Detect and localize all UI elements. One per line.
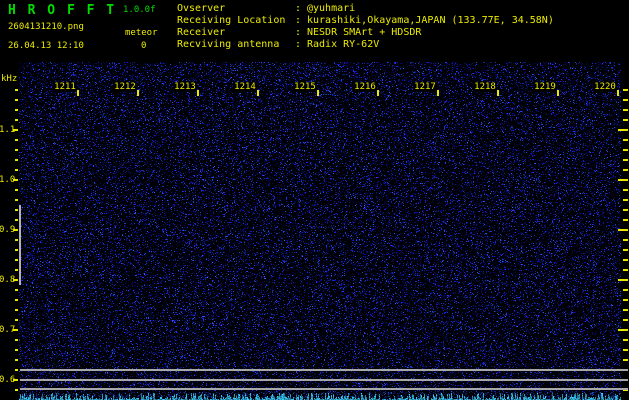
freq-axis-tick-left (13, 329, 18, 331)
freq-axis-tick-right (623, 189, 628, 191)
freq-axis-tick-left (15, 109, 18, 111)
freq-axis-tick-left (15, 169, 18, 171)
freq-axis-tick-left (13, 379, 18, 381)
freq-axis-tick-left (15, 249, 18, 251)
time-axis-label: 1211 (53, 82, 77, 92)
freq-axis-tick-left (15, 309, 18, 311)
horizontal-gridline-2 (20, 379, 628, 381)
freq-axis-tick-right (618, 229, 628, 231)
freq-axis-tick-left (15, 359, 18, 361)
horizontal-gridline-3 (20, 388, 628, 390)
freq-axis-tick-right (623, 269, 628, 271)
time-axis-tick (497, 90, 499, 96)
freq-axis-tick-right (623, 299, 628, 301)
freq-axis-tick-left (13, 279, 18, 281)
freq-axis-tick-left (15, 159, 18, 161)
freq-axis-tick-right (623, 139, 628, 141)
freq-axis-label: 0.7 (0, 325, 16, 335)
freq-axis-tick-right (623, 119, 628, 121)
time-axis-tick (77, 90, 79, 96)
time-axis-tick (437, 90, 439, 96)
time-axis-label: 1218 (473, 82, 497, 92)
time-axis-tick (257, 90, 259, 96)
freq-axis-tick-left (13, 129, 18, 131)
freq-axis-label: 0.9 (0, 225, 16, 235)
freq-axis-tick-right (623, 239, 628, 241)
freq-axis-tick-left (13, 229, 18, 231)
freq-axis-tick-right (623, 169, 628, 171)
freq-axis-tick-left (15, 319, 18, 321)
time-axis-label: 1212 (113, 82, 137, 92)
freq-axis-tick-left (15, 269, 18, 271)
time-axis-tick (377, 90, 379, 96)
time-axis-tick (317, 90, 319, 96)
freq-axis-tick-left (15, 259, 18, 261)
freq-axis-label: 0.6 (0, 375, 16, 385)
freq-axis-tick-left (15, 389, 18, 391)
freq-axis-tick-left (15, 369, 18, 371)
freq-axis-tick-left (15, 99, 18, 101)
freq-axis-tick-left (15, 239, 18, 241)
freq-axis-tick-right (618, 329, 628, 331)
freq-axis-label: 0.8 (0, 275, 16, 285)
freq-axis-tick-left (13, 179, 18, 181)
time-axis-label: 1213 (173, 82, 197, 92)
freq-axis-tick-right (623, 149, 628, 151)
freq-axis-tick-right (623, 209, 628, 211)
freq-axis-tick-right (623, 249, 628, 251)
freq-axis-tick-left (15, 119, 18, 121)
freq-axis-tick-left (15, 299, 18, 301)
freq-axis-tick-right (623, 99, 628, 101)
freq-axis-tick-right (623, 309, 628, 311)
freq-axis-tick-right (623, 359, 628, 361)
freq-axis-tick-left (15, 349, 18, 351)
level-scale-bar (19, 205, 21, 285)
freq-axis-tick-left (15, 149, 18, 151)
freq-axis-tick-right (618, 129, 628, 131)
freq-axis-tick-left (15, 139, 18, 141)
axes-layer: kHz 1.1 1.0 0.9 0.8 0.7 0.6 1211 1212 1213 1214 12… (0, 0, 629, 400)
time-axis-label: 1219 (533, 82, 557, 92)
freq-axis-label: 1.1 (0, 125, 16, 135)
freq-axis-tick-left (15, 89, 18, 91)
freq-axis-tick-right (623, 159, 628, 161)
hrofft-window: H R O F F T 1.0.0f 2604131210.png meteor… (0, 0, 629, 400)
freq-axis-tick-right (623, 349, 628, 351)
freq-axis-label: 1.0 (0, 175, 16, 185)
time-axis-label: 1216 (353, 82, 377, 92)
freq-axis-tick-right (618, 179, 628, 181)
freq-axis-tick-right (623, 259, 628, 261)
freq-axis-tick-left (15, 189, 18, 191)
time-axis-tick (197, 90, 199, 96)
time-axis-label: 1215 (293, 82, 317, 92)
freq-axis-tick-right (623, 319, 628, 321)
time-axis-label: 1214 (233, 82, 257, 92)
freq-axis-tick-right (623, 199, 628, 201)
time-axis-tick (137, 90, 139, 96)
time-axis-label: 1217 (413, 82, 437, 92)
freq-axis-tick-left (15, 339, 18, 341)
horizontal-gridline-1 (20, 369, 628, 371)
freq-axis-tick-left (15, 289, 18, 291)
time-axis-label: 1220 (593, 82, 617, 92)
time-axis-tick (617, 90, 619, 96)
freq-axis-tick-right (623, 339, 628, 341)
freq-axis-tick-left (15, 219, 18, 221)
freq-axis-tick-right (623, 289, 628, 291)
freq-axis-unit: kHz (1, 74, 18, 84)
freq-axis-tick-right (618, 279, 628, 281)
time-axis-tick (557, 90, 559, 96)
freq-axis-tick-left (15, 199, 18, 201)
freq-axis-tick-left (15, 209, 18, 211)
freq-axis-tick-right (623, 109, 628, 111)
freq-axis-tick-right (623, 219, 628, 221)
freq-axis-tick-right (623, 89, 628, 91)
